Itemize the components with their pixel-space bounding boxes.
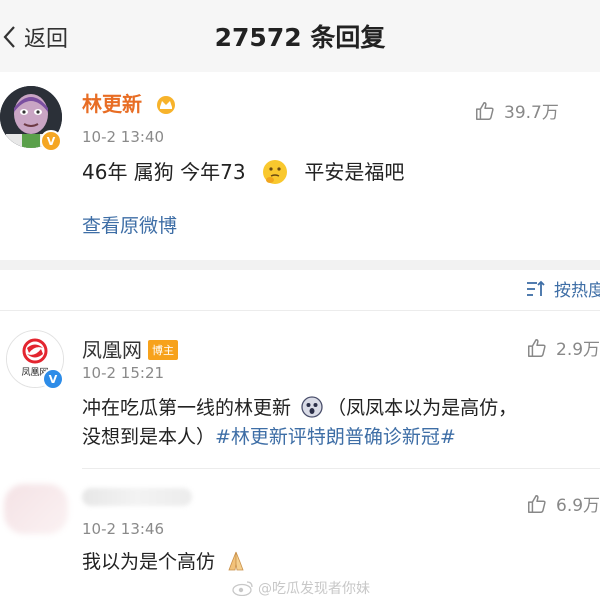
- hashtag-link[interactable]: #林更新评特朗普确诊新冠#: [215, 426, 456, 448]
- sort-by-hot-button[interactable]: 按热度: [526, 276, 600, 301]
- weibo-logo-icon: [232, 581, 253, 596]
- post-text: 46年 属狗 今年73 平安是福吧: [82, 159, 405, 185]
- section-divider: [0, 260, 600, 270]
- reply-time: 10-2 13:46: [82, 520, 165, 538]
- thumbs-up-icon: [476, 101, 494, 120]
- blurred-avatar[interactable]: [4, 484, 68, 534]
- reply-author[interactable]: 凤凰网 博主: [82, 334, 178, 363]
- post-time: 10-2 13:40: [82, 128, 165, 146]
- author-name[interactable]: 林更新: [82, 88, 177, 117]
- thumbs-up-icon: [528, 338, 546, 357]
- shocked-emoji-icon: [301, 396, 323, 418]
- sort-bar: 按热度: [0, 270, 600, 311]
- sort-icon: [527, 280, 545, 296]
- page-title: 27572 条回复: [0, 18, 600, 54]
- thinking-emoji-icon: [262, 159, 288, 185]
- reply-like-button[interactable]: 6.9万: [526, 491, 600, 516]
- verified-badge: V: [40, 130, 62, 152]
- top-bar: 返回 27572 条回复: [0, 0, 600, 72]
- thumbs-up-icon: [528, 494, 546, 513]
- reply-text: 冲在吃瓜第一线的林更新 （凤凤本以为是高仿， 没想到是本人）#林更新评特朗普确诊…: [82, 396, 518, 448]
- reply-like-count: 6.9万: [556, 496, 600, 516]
- reply-like-count: 2.9万: [556, 340, 600, 360]
- watermark: @吃瓜发现者你妹: [232, 578, 370, 598]
- original-post: V 林更新 10-2 13:40 39.7万 46年 属狗 今年73 平安是福吧…: [0, 72, 600, 260]
- praying-hands-emoji-icon: [225, 550, 247, 572]
- reply-like-button[interactable]: 2.9万: [526, 335, 600, 360]
- like-count: 39.7万: [504, 103, 559, 123]
- reply-time: 10-2 15:21: [82, 364, 165, 382]
- like-button[interactable]: 39.7万: [474, 98, 559, 123]
- sort-label: 按热度: [554, 281, 600, 301]
- view-original-link[interactable]: 查看原微博: [82, 212, 177, 241]
- reply-count: 27572: [214, 23, 302, 52]
- blurred-author-name[interactable]: [82, 488, 192, 506]
- verified-badge: V: [42, 368, 64, 390]
- blogger-badge: 博主: [148, 340, 178, 360]
- vip-crown-icon: [155, 94, 177, 114]
- title-suffix: 条回复: [301, 23, 386, 52]
- reply-divider: [82, 468, 600, 469]
- reply-text: 我以为是个高仿: [82, 548, 247, 577]
